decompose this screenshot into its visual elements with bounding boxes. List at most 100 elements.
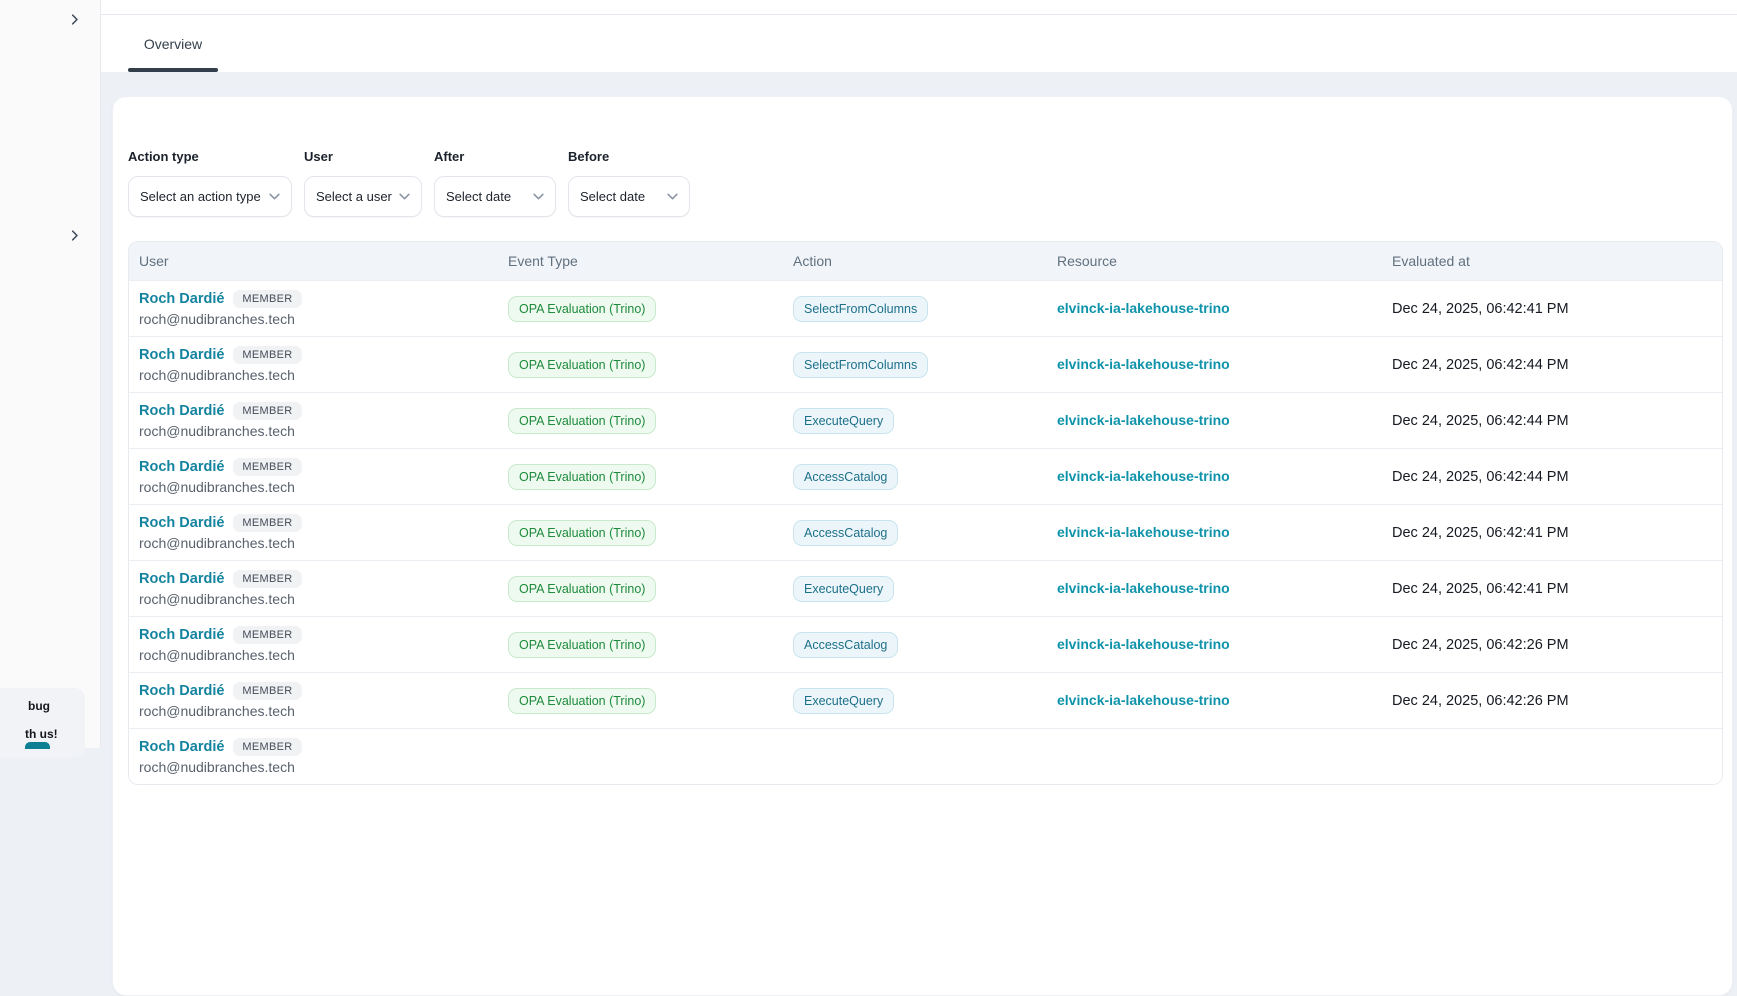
user-name-link[interactable]: Roch Dardié <box>139 515 224 531</box>
event-type-cell: OPA Evaluation (Trino) <box>498 688 783 714</box>
resource-link[interactable]: elvinck-ia-lakehouse-trino <box>1057 580 1230 596</box>
event-type-badge: OPA Evaluation (Trino) <box>508 352 656 378</box>
resource-link[interactable]: elvinck-ia-lakehouse-trino <box>1057 524 1230 540</box>
user-name-link[interactable]: Roch Dardié <box>139 627 224 643</box>
user-name-line: Roch Dardié MEMBER <box>139 346 498 364</box>
user-name-line: Roch Dardié MEMBER <box>139 458 498 476</box>
table-row[interactable]: Roch Dardié MEMBER roch@nudibranches.tec… <box>129 672 1722 728</box>
event-type-badge: OPA Evaluation (Trino) <box>508 688 656 714</box>
filters-row: Action type Select an action type User S… <box>128 149 690 217</box>
column-header-user: User <box>129 253 498 269</box>
user-name-line: Roch Dardié MEMBER <box>139 290 498 308</box>
table-row[interactable]: Roch Dardié MEMBER roch@nudibranches.tec… <box>129 504 1722 560</box>
member-role-badge: MEMBER <box>233 458 301 476</box>
user-name-link[interactable]: Roch Dardié <box>139 739 224 755</box>
user-select[interactable]: Select a user <box>304 176 422 217</box>
event-type-badge: OPA Evaluation (Trino) <box>508 296 656 322</box>
resource-link[interactable]: elvinck-ia-lakehouse-trino <box>1057 468 1230 484</box>
user-name-link[interactable]: Roch Dardié <box>139 571 224 587</box>
event-type-cell: OPA Evaluation (Trino) <box>498 464 783 490</box>
action-badge: SelectFromColumns <box>793 296 928 322</box>
before-date-select[interactable]: Select date <box>568 176 690 217</box>
user-name-link[interactable]: Roch Dardié <box>139 291 224 307</box>
action-badge: ExecuteQuery <box>793 408 894 434</box>
event-type-badge: OPA Evaluation (Trino) <box>508 632 656 658</box>
member-role-badge: MEMBER <box>233 570 301 588</box>
chevron-down-icon <box>667 193 678 200</box>
sidebar: bug th us! <box>0 0 101 748</box>
sidebar-expand-button-top[interactable] <box>61 8 87 34</box>
user-name-link[interactable]: Roch Dardié <box>139 347 224 363</box>
user-cell: Roch Dardié MEMBER roch@nudibranches.tec… <box>129 346 498 383</box>
action-cell: SelectFromColumns <box>783 352 1047 378</box>
event-type-cell: OPA Evaluation (Trino) <box>498 296 783 322</box>
filter-label: Before <box>568 149 690 164</box>
evaluated-at-text: Dec 24, 2025, 06:42:26 PM <box>1392 637 1569 653</box>
user-name-link[interactable]: Roch Dardié <box>139 403 224 419</box>
user-email: roch@nudibranches.tech <box>139 479 498 495</box>
evaluated-at-cell: Dec 24, 2025, 06:42:26 PM <box>1382 692 1722 710</box>
resource-link[interactable]: elvinck-ia-lakehouse-trino <box>1057 636 1230 652</box>
evaluated-at-cell: Dec 24, 2025, 06:42:41 PM <box>1382 524 1722 542</box>
table-row[interactable]: Roch Dardié MEMBER roch@nudibranches.tec… <box>129 448 1722 504</box>
evaluated-at-cell: Dec 24, 2025, 06:42:41 PM <box>1382 300 1722 318</box>
user-email: roch@nudibranches.tech <box>139 423 498 439</box>
resource-link[interactable]: elvinck-ia-lakehouse-trino <box>1057 356 1230 372</box>
action-badge: SelectFromColumns <box>793 352 928 378</box>
user-cell: Roch Dardié MEMBER roch@nudibranches.tec… <box>129 570 498 607</box>
action-badge: AccessCatalog <box>793 520 898 546</box>
resource-cell: elvinck-ia-lakehouse-trino <box>1047 412 1382 430</box>
resource-link[interactable]: elvinck-ia-lakehouse-trino <box>1057 412 1230 428</box>
evaluated-at-cell: Dec 24, 2025, 06:42:44 PM <box>1382 356 1722 374</box>
table-header-row: User Event Type Action Resource Evaluate… <box>129 242 1722 280</box>
user-cell: Roch Dardié MEMBER roch@nudibranches.tec… <box>129 738 498 775</box>
user-cell: Roch Dardié MEMBER roch@nudibranches.tec… <box>129 682 498 719</box>
resource-link[interactable]: elvinck-ia-lakehouse-trino <box>1057 300 1230 316</box>
table-row[interactable]: Roch Dardié MEMBER roch@nudibranches.tec… <box>129 280 1722 336</box>
select-value: Select a user <box>316 189 392 204</box>
table-row[interactable]: Roch Dardié MEMBER roch@nudibranches.tec… <box>129 392 1722 448</box>
member-role-badge: MEMBER <box>233 346 301 364</box>
resource-cell: elvinck-ia-lakehouse-trino <box>1047 524 1382 542</box>
evaluated-at-text: Dec 24, 2025, 06:42:41 PM <box>1392 525 1569 541</box>
member-role-badge: MEMBER <box>233 290 301 308</box>
action-cell: SelectFromColumns <box>783 296 1047 322</box>
user-email: roch@nudibranches.tech <box>139 311 498 327</box>
user-name-line: Roch Dardié MEMBER <box>139 682 498 700</box>
sidebar-expand-button-middle[interactable] <box>61 224 87 250</box>
table-row[interactable]: Roch Dardié MEMBER roch@nudibranches.tec… <box>129 336 1722 392</box>
resource-cell: elvinck-ia-lakehouse-trino <box>1047 692 1382 710</box>
main-content: Overview Action type Select an action ty… <box>101 0 1737 748</box>
tab-overview[interactable]: Overview <box>128 15 218 72</box>
member-role-badge: MEMBER <box>233 738 301 756</box>
evaluated-at-cell: Dec 24, 2025, 06:42:44 PM <box>1382 468 1722 486</box>
user-name-link[interactable]: Roch Dardié <box>139 459 224 475</box>
filter-user: User Select a user <box>304 149 422 217</box>
event-type-badge: OPA Evaluation (Trino) <box>508 408 656 434</box>
user-cell: Roch Dardié MEMBER roch@nudibranches.tec… <box>129 626 498 663</box>
filter-before: Before Select date <box>568 149 690 217</box>
event-type-cell: OPA Evaluation (Trino) <box>498 352 783 378</box>
user-email: roch@nudibranches.tech <box>139 647 498 663</box>
chat-with-us-link[interactable]: th us! <box>25 727 58 741</box>
after-date-select[interactable]: Select date <box>434 176 556 217</box>
report-a-bug-link[interactable]: bug <box>28 699 50 713</box>
filter-label: Action type <box>128 149 292 164</box>
table-row[interactable]: Roch Dardié MEMBER roch@nudibranches.tec… <box>129 616 1722 672</box>
evaluated-at-text: Dec 24, 2025, 06:42:41 PM <box>1392 301 1569 317</box>
action-cell: ExecuteQuery <box>783 688 1047 714</box>
table-row[interactable]: Roch Dardié MEMBER roch@nudibranches.tec… <box>129 560 1722 616</box>
resource-cell: elvinck-ia-lakehouse-trino <box>1047 356 1382 374</box>
evaluated-at-cell: Dec 24, 2025, 06:42:44 PM <box>1382 412 1722 430</box>
resource-cell: elvinck-ia-lakehouse-trino <box>1047 468 1382 486</box>
table-row[interactable]: Roch Dardié MEMBER roch@nudibranches.tec… <box>129 728 1722 784</box>
user-email: roch@nudibranches.tech <box>139 591 498 607</box>
action-type-select[interactable]: Select an action type <box>128 176 292 217</box>
user-name-line: Roch Dardié MEMBER <box>139 402 498 420</box>
content-card: Action type Select an action type User S… <box>112 96 1733 996</box>
user-name-link[interactable]: Roch Dardié <box>139 683 224 699</box>
evaluated-at-text: Dec 24, 2025, 06:42:44 PM <box>1392 357 1569 373</box>
resource-link[interactable]: elvinck-ia-lakehouse-trino <box>1057 692 1230 708</box>
resource-cell: elvinck-ia-lakehouse-trino <box>1047 300 1382 318</box>
user-cell: Roch Dardié MEMBER roch@nudibranches.tec… <box>129 514 498 551</box>
